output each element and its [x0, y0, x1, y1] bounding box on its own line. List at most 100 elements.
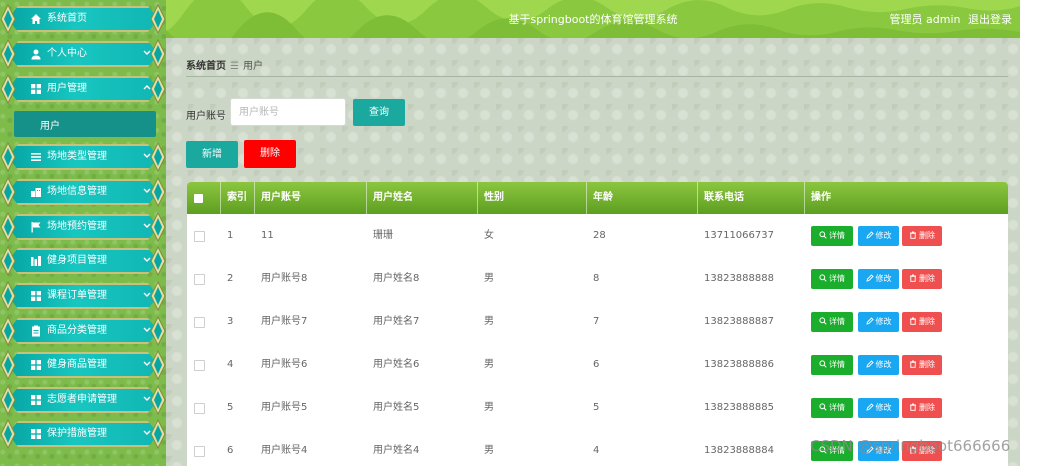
sidebar-item[interactable]: 系统首页 [0, 4, 166, 34]
page-margin [1020, 0, 1047, 466]
header-divider [366, 182, 367, 214]
row-checkbox[interactable] [194, 360, 205, 371]
ornament-left-icon [0, 419, 16, 449]
sidebar-item[interactable]: 商品分类管理 [0, 316, 166, 346]
trash-icon [909, 360, 919, 369]
col-account: 用户账号 [261, 192, 301, 203]
row-delete-button[interactable]: 删除 [902, 226, 942, 246]
breadcrumb: 系统首页 ☰ 用户 [186, 57, 263, 72]
cell-phone: 13823888885 [704, 402, 774, 413]
sidebar-item[interactable]: 用户管理 [0, 74, 166, 104]
chevron-down-icon [142, 47, 152, 59]
edit-button[interactable]: 修改 [858, 355, 899, 375]
sidebar-item[interactable]: 课程订单管理 [0, 281, 166, 311]
cell-gender: 男 [484, 445, 494, 456]
cell-phone: 13823888888 [704, 273, 774, 284]
cell-index: 3 [227, 316, 234, 327]
cell-name: 用户姓名5 [373, 402, 420, 413]
ornament-right-icon [150, 4, 166, 34]
sidebar-item[interactable]: 志愿者申请管理 [0, 385, 166, 415]
sidebar-item[interactable]: 场地信息管理 [0, 177, 166, 207]
row-delete-button[interactable]: 删除 [902, 312, 942, 332]
edit-label: 修改 [875, 360, 892, 369]
delete-button[interactable]: 删除 [244, 140, 296, 168]
sidebar-item[interactable]: 场地类型管理 [0, 142, 166, 172]
cell-age: 5 [593, 402, 600, 413]
chevron-down-icon [142, 185, 152, 197]
sidebar-item-label: 系统首页 [47, 13, 87, 24]
sidebar-item[interactable]: 场地预约管理 [0, 212, 166, 242]
cell-account: 用户账号4 [261, 445, 308, 456]
search-icon [819, 317, 829, 326]
row-checkbox[interactable] [194, 403, 205, 414]
cell-index: 1 [227, 230, 234, 241]
row-checkbox[interactable] [194, 231, 205, 242]
edit-icon [865, 403, 876, 412]
chevron-down-icon [142, 324, 152, 336]
row-delete-button[interactable]: 删除 [902, 269, 942, 289]
ornament-left-icon [0, 4, 16, 34]
cell-account: 用户账号6 [261, 359, 308, 370]
chevron-up-icon [142, 82, 152, 94]
logout-link[interactable]: 退出登录 [968, 13, 1012, 26]
chevron-down-icon [142, 358, 152, 370]
search-input[interactable] [230, 98, 346, 126]
edit-button[interactable]: 修改 [858, 398, 899, 418]
detail-button[interactable]: 详情 [811, 398, 853, 418]
breadcrumb-home[interactable]: 系统首页 [186, 61, 226, 72]
ornament-right-icon [150, 39, 166, 69]
sidebar-item-label: 保护措施管理 [47, 428, 107, 439]
edit-icon [865, 317, 876, 326]
trash-icon [909, 231, 919, 240]
add-button[interactable]: 新增 [186, 141, 238, 168]
row-delete-button[interactable]: 删除 [902, 355, 942, 375]
edit-label: 修改 [875, 403, 892, 412]
sidebar-item[interactable]: 健身项目管理 [0, 246, 166, 276]
trash-icon [909, 274, 919, 283]
query-button[interactable]: 查询 [353, 99, 405, 126]
sidebar-item[interactable]: 健身商品管理 [0, 350, 166, 380]
ornament-right-icon [150, 350, 166, 380]
edit-button[interactable]: 修改 [858, 226, 899, 246]
cell-gender: 男 [484, 402, 494, 413]
edit-button[interactable]: 修改 [858, 312, 899, 332]
detail-label: 详情 [829, 274, 845, 283]
select-all-checkbox[interactable] [194, 194, 203, 203]
row-checkbox[interactable] [194, 446, 205, 457]
chevron-down-icon [142, 289, 152, 301]
row-delete-button[interactable]: 删除 [902, 398, 942, 418]
ornament-left-icon [0, 74, 16, 104]
detail-label: 详情 [829, 317, 845, 326]
row-checkbox[interactable] [194, 317, 205, 328]
cell-name: 用户姓名8 [373, 273, 420, 284]
table-row: 1 11 珊珊女 28 13711066737 详情 修改 删除 [187, 214, 1008, 258]
search-icon [819, 274, 829, 283]
chevron-down-icon [142, 254, 152, 266]
person-icon [30, 48, 42, 60]
detail-button[interactable]: 详情 [811, 269, 853, 289]
breadcrumb-separator: ☰ [230, 61, 239, 72]
detail-button[interactable]: 详情 [811, 226, 853, 246]
sidebar-item-label: 商品分类管理 [47, 325, 107, 336]
grid-icon [30, 359, 42, 371]
cell-account: 用户账号5 [261, 402, 308, 413]
ornament-right-icon [150, 385, 166, 415]
cell-phone: 13823888884 [704, 445, 774, 456]
sidebar-subitem-users[interactable]: 用户 [14, 111, 156, 137]
edit-button[interactable]: 修改 [858, 269, 899, 289]
home-icon [30, 13, 42, 25]
cell-account: 用户账号8 [261, 273, 308, 284]
ornament-left-icon [0, 316, 16, 346]
sidebar-item-label: 课程订单管理 [47, 290, 107, 301]
flag-icon [30, 221, 42, 233]
chevron-down-icon [142, 150, 152, 162]
detail-button[interactable]: 详情 [811, 355, 853, 375]
cell-gender: 男 [484, 316, 494, 327]
edit-label: 修改 [875, 231, 892, 240]
sidebar-item[interactable]: 个人中心 [0, 39, 166, 69]
sidebar-item[interactable]: 保护措施管理 [0, 419, 166, 449]
ornament-right-icon [150, 419, 166, 449]
detail-button[interactable]: 详情 [811, 312, 853, 332]
row-checkbox[interactable] [194, 274, 205, 285]
ornament-left-icon [0, 142, 16, 172]
